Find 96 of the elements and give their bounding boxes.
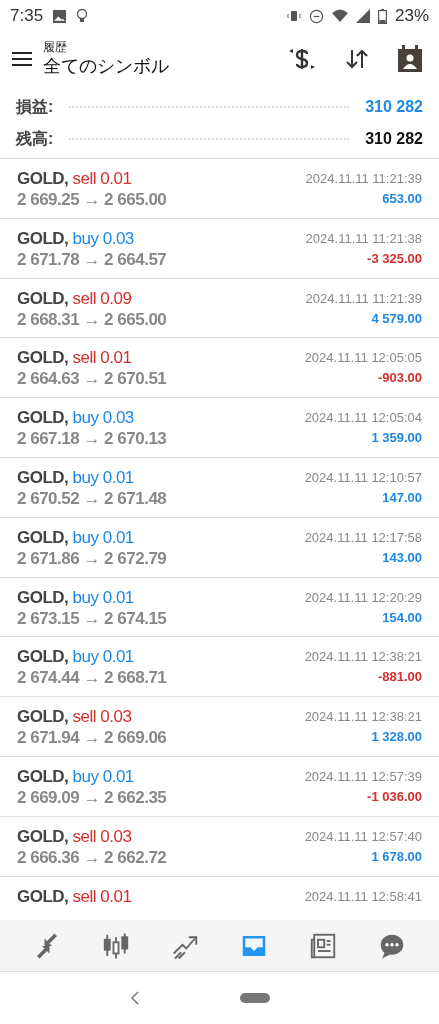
- trade-row[interactable]: GOLD, buy 0.01 2 670.52 → 2 671.48 2024.11.11 12:10:57 147.00: [0, 458, 439, 518]
- trade-prices: 2 673.15 → 2 674.15: [17, 607, 167, 629]
- trade-profit: 1 359.00: [371, 429, 422, 448]
- trade-side: sell 0.03: [72, 707, 132, 727]
- status-time: 7:35: [10, 5, 44, 28]
- summary-label: 残高:: [16, 129, 54, 149]
- trade-side: buy 0.01: [72, 587, 134, 607]
- trade-time: 2024.11.11 11:21:38: [305, 229, 422, 248]
- trade-time: 2024.11.11 12:10:57: [304, 469, 422, 487]
- trade-symbol: GOLD,: [17, 348, 69, 368]
- trade-symbol: GOLD,: [17, 587, 69, 607]
- trade-row[interactable]: GOLD, buy 0.01 2 669.09 → 2 662.35 2024.11.11 12:57:39 -1 036.00: [0, 756, 439, 817]
- trade-row[interactable]: GOLD, sell 0.01 2 669.25 → 2 665.00 2024.11.11 11:21:39 653.00: [0, 159, 439, 219]
- trade-prices: 2 664.63 → 2 670.51: [17, 368, 167, 390]
- signal-icon: [355, 9, 370, 23]
- trade-row[interactable]: GOLD, buy 0.01 2 671.86 → 2 672.79 2024.11.11 12:17:58 143.00: [0, 517, 439, 578]
- trade-prices: 2 669.25 → 2 665.00: [17, 189, 167, 210]
- trade-side: sell 0.01: [72, 886, 132, 906]
- trade-time: 2024.11.11 12:20:29: [304, 588, 422, 607]
- trade-prices: 2 666.36 → 2 662.72: [17, 846, 167, 868]
- trade-symbol: GOLD,: [17, 408, 69, 428]
- trade-row[interactable]: GOLD, buy 0.01 2 674.44 → 2 668.71 2024.11.11 12:38:21 -881.00: [0, 637, 439, 698]
- trade-row[interactable]: GOLD, sell 0.01 2 664.63 → 2 670.51 2024.11.11 12:05:05 -903.00: [0, 338, 439, 399]
- trade-prices: 2 674.44 → 2 668.71: [17, 667, 167, 689]
- trade-profit: 1 328.00: [371, 728, 422, 747]
- trade-row[interactable]: GOLD, buy 0.01 2 673.15 → 2 674.15 2024.11.11 12:20:29 154.00: [0, 577, 439, 638]
- summary-label: 損益:: [16, 97, 54, 117]
- trade-row[interactable]: GOLD, sell 0.03 2 671.94 → 2 669.06 2024.11.11 12:38:21 1 328.00: [0, 697, 439, 757]
- trade-side: sell 0.01: [72, 348, 132, 368]
- trade-prices: 2 670.52 → 2 671.48: [17, 488, 167, 509]
- trade-profit: 143.00: [382, 548, 422, 567]
- trade-symbol: GOLD,: [17, 468, 69, 487]
- calendar-person-icon[interactable]: [397, 45, 423, 73]
- trade-time: 2024.11.11 12:38:21: [304, 708, 422, 727]
- trade-symbol: GOLD,: [17, 766, 69, 786]
- back-icon[interactable]: [129, 990, 140, 1006]
- trade-side: buy 0.03: [72, 228, 134, 248]
- lightbulb-icon: [76, 8, 89, 24]
- trade-profit: -3 325.00: [367, 249, 422, 268]
- trade-profit: -903.00: [377, 369, 422, 388]
- trade-time: 2024.11.11 11:21:39: [305, 170, 422, 188]
- trade-side: buy 0.01: [72, 766, 134, 786]
- trade-symbol: GOLD,: [17, 826, 69, 846]
- trade-row[interactable]: GOLD, buy 0.03 2 671.78 → 2 664.57 2024.11.11 11:21:38 -3 325.00: [0, 218, 439, 279]
- trade-row[interactable]: GOLD, buy 0.03 2 667.18 → 2 670.13 2024.11.11 12:05:04 1 359.00: [0, 398, 439, 458]
- image-icon: [53, 9, 67, 23]
- battery-percent: 23%: [394, 5, 429, 28]
- wifi-icon: [331, 9, 348, 23]
- vibrate-icon: [286, 9, 301, 23]
- trade-side: sell 0.01: [72, 169, 132, 188]
- trade-row[interactable]: GOLD, sell 0.09 2 668.31 → 2 665.00 2024.11.11 11:21:39 4 579.00: [0, 278, 439, 339]
- trade-symbol: GOLD,: [17, 707, 69, 727]
- trade-time: 2024.11.11 12:05:04: [304, 409, 422, 428]
- trade-side: sell 0.03: [72, 826, 132, 846]
- trade-time: 2024.11.11 12:05:05: [304, 349, 422, 368]
- trade-profit: 1 678.00: [371, 847, 422, 866]
- trade-side: buy 0.01: [72, 647, 134, 667]
- trade-side: sell 0.09: [72, 288, 132, 308]
- trade-side: buy 0.01: [72, 468, 134, 487]
- battery-icon: [377, 8, 387, 24]
- trade-profit: -1 036.00: [367, 787, 422, 806]
- trade-profit: 4 579.00: [371, 309, 422, 328]
- trade-time: 2024.11.11 12:57:40: [304, 827, 422, 846]
- trade-side: buy 0.01: [72, 527, 134, 547]
- trade-time: 2024.11.11 12:17:58: [304, 528, 422, 547]
- trade-time: 2024.11.11 12:58:41: [304, 887, 422, 906]
- trade-time: 2024.11.11 12:57:39: [304, 767, 422, 786]
- trade-prices: 2 671.78 → 2 664.57: [17, 248, 167, 270]
- summary-value: 310 282: [365, 129, 423, 149]
- trade-row[interactable]: GOLD, sell 0.03 2 666.36 → 2 662.72 2024.11.11 12:57:40 1 678.00: [0, 816, 439, 877]
- trade-prices: 2 667.18 → 2 670.13: [17, 428, 167, 450]
- do-not-disturb-icon: [308, 8, 324, 24]
- trade-symbol: GOLD,: [17, 288, 69, 308]
- screen-title[interactable]: 全てのシンボル: [43, 55, 169, 78]
- dollar-exchange-icon[interactable]: [287, 46, 317, 72]
- trade-prices: 2 671.94 → 2 669.06: [17, 727, 167, 749]
- screen-subtitle: 履歴: [43, 40, 68, 56]
- trade-symbol: GOLD,: [17, 647, 69, 667]
- trade-profit: 154.00: [382, 608, 422, 627]
- trade-prices: 2 671.86 → 2 672.79: [17, 547, 167, 569]
- trade-prices: 2 668.31 → 2 665.00: [17, 308, 167, 330]
- menu-icon[interactable]: [12, 51, 32, 67]
- trade-symbol: GOLD,: [17, 527, 69, 547]
- trade-symbol: GOLD,: [17, 169, 69, 188]
- trade-prices: 2 669.09 → 2 662.35: [17, 786, 167, 808]
- trade-profit: -881.00: [377, 668, 422, 687]
- summary-value: 310 282: [365, 97, 423, 117]
- trade-symbol: GOLD,: [17, 886, 69, 906]
- trade-time: 2024.11.11 11:21:39: [305, 289, 422, 308]
- trade-symbol: GOLD,: [17, 228, 69, 248]
- sort-arrows-icon[interactable]: [345, 47, 369, 71]
- trade-profit: 147.00: [382, 489, 422, 507]
- home-pill[interactable]: [239, 993, 270, 1003]
- trade-side: buy 0.03: [72, 408, 134, 428]
- trade-time: 2024.11.11 12:38:21: [304, 648, 422, 667]
- trade-profit: 653.00: [382, 190, 422, 208]
